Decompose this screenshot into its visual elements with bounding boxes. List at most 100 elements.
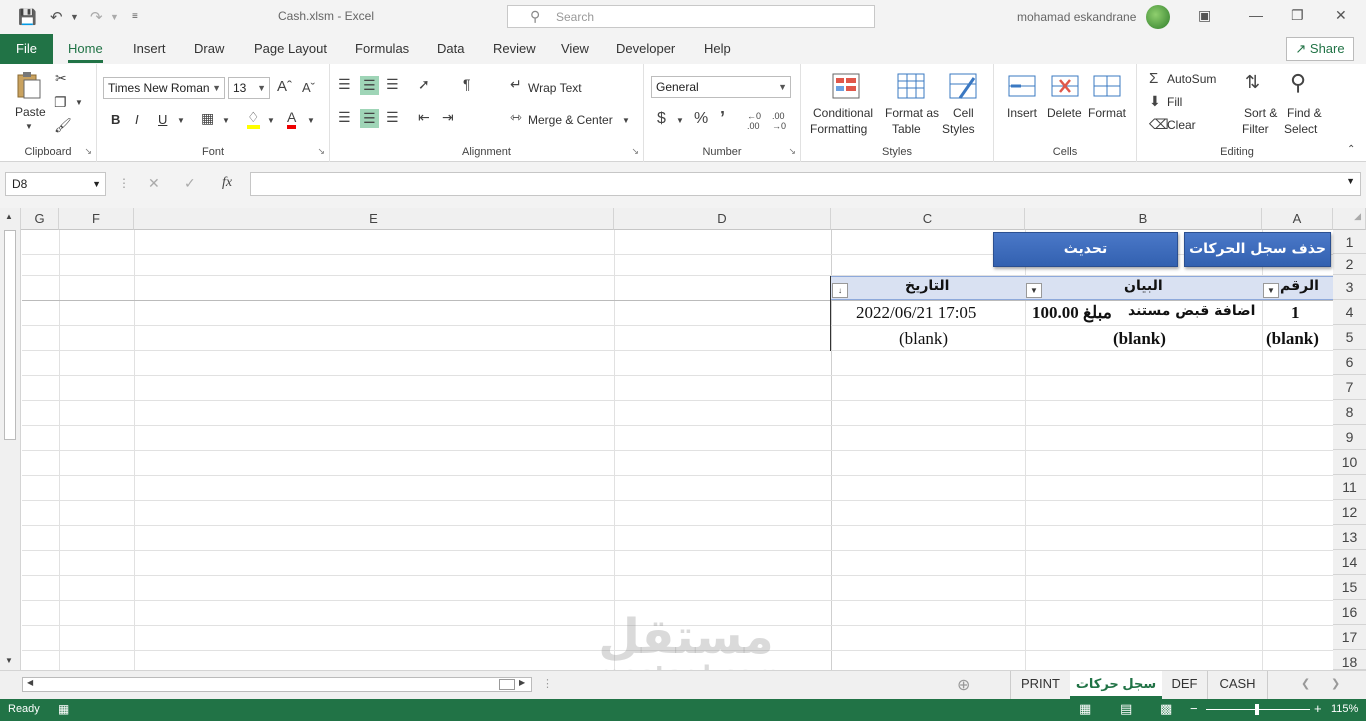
bold-button[interactable]: B xyxy=(111,112,120,127)
worksheet-grid[interactable]: ▲ ▼ G F E D C B A ◢ 1 2 3 4 5 6 7 8 9 10… xyxy=(0,208,1366,670)
currency-icon[interactable]: $ xyxy=(657,110,666,128)
merge-center-button[interactable]: Merge & Center xyxy=(528,113,613,127)
undo-dropdown-icon[interactable]: ▼ xyxy=(70,12,79,22)
find-select-line2[interactable]: Select xyxy=(1284,122,1317,136)
formula-input[interactable]: ▼ xyxy=(250,172,1361,196)
insert-function-icon[interactable]: fx xyxy=(222,175,232,191)
share-button[interactable]: ↗ Share xyxy=(1286,37,1354,61)
column-header-a[interactable]: A xyxy=(1262,208,1333,230)
row-header[interactable]: 15 xyxy=(1333,575,1366,600)
macro-record-icon[interactable]: ▦ xyxy=(58,702,69,716)
number-launcher-icon[interactable]: ↘ xyxy=(788,146,796,157)
customize-qat-icon[interactable]: ≡ xyxy=(132,11,138,22)
format-button[interactable]: Format xyxy=(1088,106,1126,120)
rtl-icon[interactable]: ¶ xyxy=(463,76,471,92)
tab-view[interactable]: View xyxy=(561,41,589,56)
cell-c5[interactable]: (blank) xyxy=(899,329,948,349)
tab-file[interactable]: File xyxy=(0,34,53,64)
row-header[interactable]: 16 xyxy=(1333,600,1366,625)
clipboard-launcher-icon[interactable]: ↘ xyxy=(84,146,92,157)
clear-icon[interactable]: ⌫ xyxy=(1149,116,1169,133)
vertical-scroll-thumb[interactable] xyxy=(4,230,16,440)
row-header[interactable]: 2 xyxy=(1333,254,1366,275)
tab-help[interactable]: Help xyxy=(704,41,731,56)
sheet-tab-def[interactable]: DEF xyxy=(1162,671,1208,699)
sheet-tab-movements[interactable]: سجل حركات xyxy=(1070,671,1162,699)
scroll-down-icon[interactable]: ▼ xyxy=(5,656,13,665)
font-size-combo[interactable]: 13 ▼ xyxy=(228,77,270,99)
wrap-text-button[interactable]: Wrap Text xyxy=(528,81,582,95)
font-color-icon[interactable]: A xyxy=(287,109,297,129)
redo-icon[interactable]: ↷ xyxy=(90,8,103,26)
row-header[interactable]: 7 xyxy=(1333,375,1366,400)
zoom-level[interactable]: 115% xyxy=(1331,703,1358,715)
paste-button[interactable]: Paste xyxy=(15,105,46,119)
decrease-font-icon[interactable]: Aˇ xyxy=(302,80,315,95)
cell-a5[interactable]: (blank) xyxy=(1266,329,1319,349)
normal-view-icon[interactable]: ▦ xyxy=(1079,701,1091,717)
row-header[interactable]: 18 xyxy=(1333,650,1366,670)
name-box[interactable]: D8 ▼ xyxy=(5,172,106,196)
paste-dropdown-icon[interactable]: ▼ xyxy=(25,122,33,131)
borders-dropdown-icon[interactable]: ▼ xyxy=(222,116,230,125)
align-top-icon[interactable]: ☰ xyxy=(338,76,351,93)
italic-button[interactable]: I xyxy=(135,112,139,127)
zoom-out-icon[interactable]: − xyxy=(1190,701,1198,716)
page-break-view-icon[interactable]: ▩ xyxy=(1160,701,1172,717)
restore-icon[interactable]: ❐ xyxy=(1291,7,1304,24)
underline-button[interactable]: U xyxy=(158,112,167,127)
align-left-icon[interactable]: ☰ xyxy=(338,109,351,126)
conditional-formatting-icon[interactable] xyxy=(831,72,861,102)
column-header-e[interactable]: E xyxy=(134,208,614,230)
horizontal-scrollbar[interactable]: ◀ ▶ xyxy=(22,677,532,692)
row-header[interactable]: 17 xyxy=(1333,625,1366,650)
alignment-launcher-icon[interactable]: ↘ xyxy=(631,146,639,157)
select-all-corner[interactable]: ◢ xyxy=(1333,208,1366,230)
row-header[interactable]: 3 xyxy=(1333,275,1366,300)
tab-insert[interactable]: Insert xyxy=(133,41,166,56)
align-right-icon[interactable]: ☰ xyxy=(386,109,399,126)
refresh-button[interactable]: تحديث xyxy=(993,232,1178,267)
row-header[interactable]: 5 xyxy=(1333,325,1366,350)
tab-home[interactable]: Home xyxy=(68,41,103,63)
user-name[interactable]: mohamad eskandrane xyxy=(1017,10,1136,24)
decrease-decimal-icon[interactable]: .00 →0 xyxy=(772,111,786,131)
undo-icon[interactable]: ↶ xyxy=(50,8,63,26)
collapse-ribbon-icon[interactable]: ⌃ xyxy=(1347,144,1355,155)
row-header[interactable]: 13 xyxy=(1333,525,1366,550)
clear-button[interactable]: Clear xyxy=(1167,118,1196,132)
tab-page-layout[interactable]: Page Layout xyxy=(254,41,327,56)
format-as-table-icon[interactable] xyxy=(896,72,926,102)
column-header-f[interactable]: F xyxy=(59,208,134,230)
row-header[interactable]: 10 xyxy=(1333,450,1366,475)
cancel-icon[interactable]: ✕ xyxy=(148,175,160,192)
zoom-in-icon[interactable]: + xyxy=(1314,701,1322,716)
row-header[interactable]: 4 xyxy=(1333,300,1366,325)
scroll-up-icon[interactable]: ▲ xyxy=(5,212,13,221)
fill-color-dropdown-icon[interactable]: ▼ xyxy=(267,116,275,125)
sheet-tab-cash[interactable]: CASH xyxy=(1208,671,1268,699)
sort-filter-icon[interactable]: ⇅ xyxy=(1245,72,1260,93)
column-header-b[interactable]: B xyxy=(1025,208,1262,230)
align-center-icon[interactable]: ☰ xyxy=(360,109,379,128)
cell-styles-line1[interactable]: Cell xyxy=(953,106,974,120)
scroll-right-icon[interactable]: ▶ xyxy=(519,678,525,687)
autosum-icon[interactable]: Σ xyxy=(1149,70,1158,87)
horizontal-scroll-thumb[interactable] xyxy=(499,679,515,690)
page-layout-view-icon[interactable]: ▤ xyxy=(1120,701,1132,717)
row-header[interactable]: 1 xyxy=(1333,230,1366,254)
comma-icon[interactable]: ’ xyxy=(720,108,725,129)
copy-icon[interactable]: ❐ xyxy=(54,94,67,111)
wrap-text-icon[interactable]: ↵ xyxy=(510,76,522,93)
font-launcher-icon[interactable]: ↘ xyxy=(317,146,325,157)
zoom-slider-thumb[interactable] xyxy=(1255,704,1259,715)
new-sheet-icon[interactable]: ⊕ xyxy=(957,675,970,695)
find-select-icon[interactable]: ⚲ xyxy=(1290,70,1306,96)
conditional-formatting-line1[interactable]: Conditional xyxy=(813,106,873,120)
find-select-line1[interactable]: Find & xyxy=(1287,106,1322,120)
copy-dropdown-icon[interactable]: ▼ xyxy=(75,98,83,107)
align-bottom-icon[interactable]: ☰ xyxy=(386,76,399,93)
align-middle-icon[interactable]: ☰ xyxy=(360,76,379,95)
tab-data[interactable]: Data xyxy=(437,41,464,56)
expand-formula-icon[interactable]: ▼ xyxy=(1346,176,1355,186)
